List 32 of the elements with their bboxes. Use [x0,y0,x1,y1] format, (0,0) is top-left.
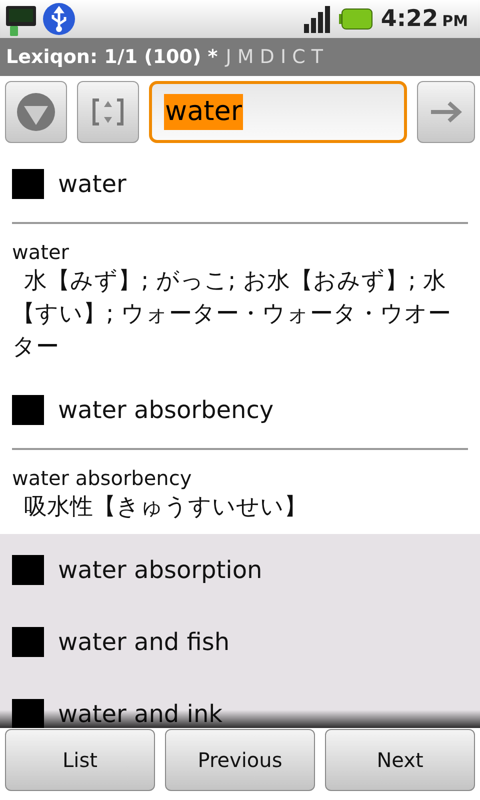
expand-icon [91,97,125,127]
right-arrow-icon [429,100,463,124]
dictionary-label: J M D I C T [226,44,324,70]
battery-icon [338,8,373,30]
expand-button[interactable] [77,81,139,143]
entry-term: water and ink [58,699,223,728]
nav-button[interactable]: List [5,729,155,791]
headword: water [11,239,70,265]
entry-term: water absorption [58,555,262,586]
square-bullet-icon [12,699,44,728]
entry-term: water absorbency [58,395,274,426]
square-bullet-icon [12,555,44,585]
entry-term: water and fish [58,627,230,658]
collapsed-entry[interactable]: water and ink [0,678,480,728]
usb-icon [42,2,76,36]
definition: 吸水性【きゅうすいせい】 [23,493,308,522]
window-title: Lexiqon: 1/1 (100) * [6,44,218,70]
nav-button[interactable]: Previous [165,729,315,791]
headword: water absorbency [11,465,193,491]
clock-time: 4:22 [380,4,438,34]
square-bullet-icon [12,395,44,425]
nav-button[interactable]: Next [325,729,475,791]
dropdown-button[interactable] [5,81,67,143]
collapsed-entry[interactable]: water absorption [0,534,480,606]
square-bullet-icon [12,627,44,657]
clock-ampm: PM [442,10,468,32]
definition: 水【みず】; がっこ; お水【おみず】; 水【すい】; ウォーター・ウォータ・ウオーター [11,267,452,362]
search-field[interactable]: water [149,81,407,143]
go-button[interactable] [417,81,475,143]
square-bullet-icon [12,169,44,199]
collapsed-entry[interactable]: water and fish [0,606,480,678]
entry-term: water [58,169,126,200]
